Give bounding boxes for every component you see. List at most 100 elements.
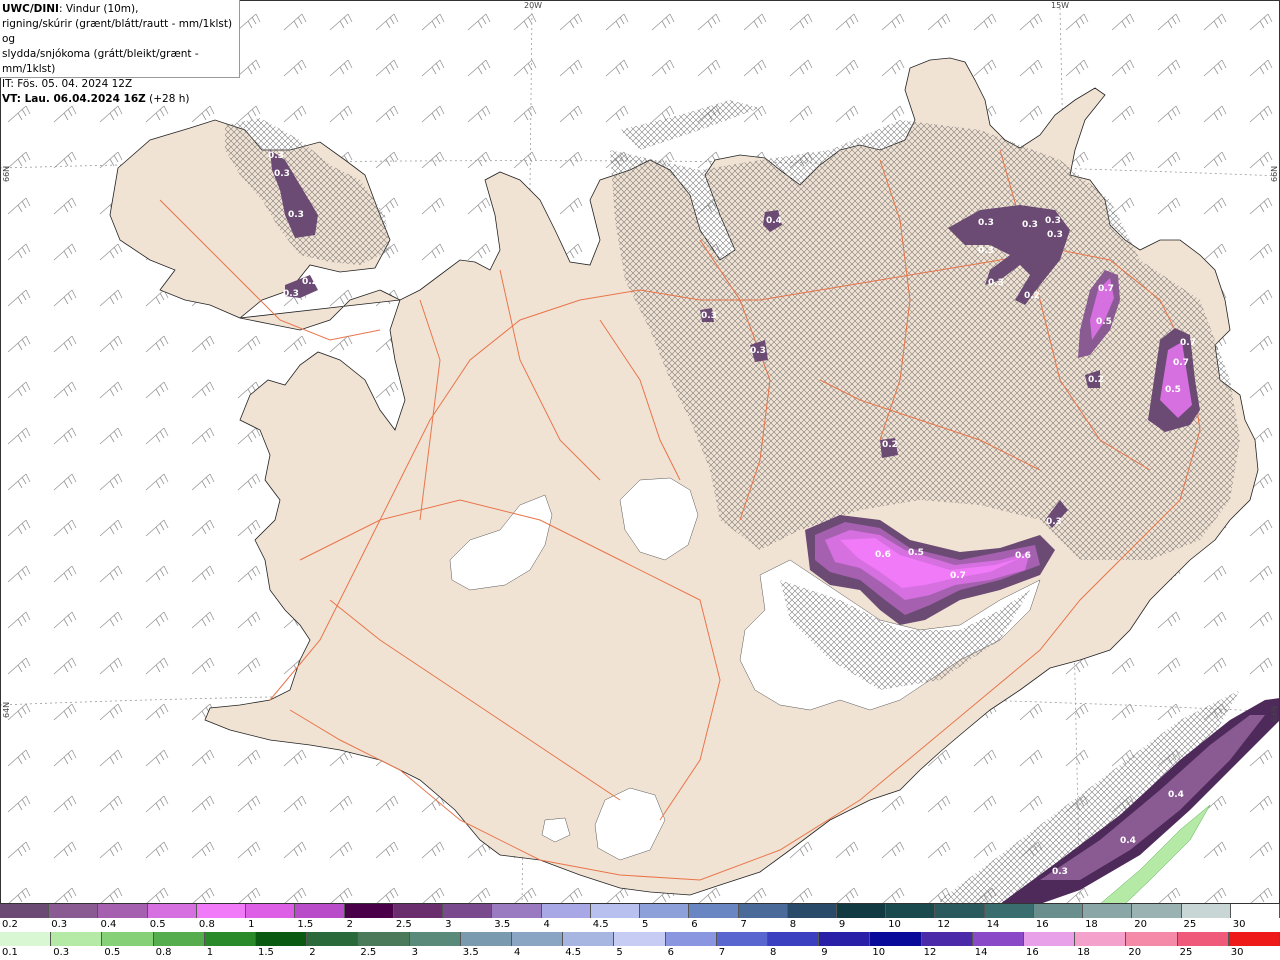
legend-label: 30 bbox=[1232, 919, 1246, 930]
legend-label: 1.5 bbox=[297, 919, 314, 930]
legend-label: 9 bbox=[821, 947, 828, 958]
model-name: UWC/DINI bbox=[2, 3, 59, 15]
lon-label-15w: 15W bbox=[1051, 1, 1070, 10]
rain-description: rigning/skúrir (grænt/blátt/rautt - mm/1… bbox=[2, 18, 233, 45]
legend-swatch bbox=[1181, 904, 1231, 918]
precip-label: 0.7 bbox=[1173, 358, 1189, 368]
legend-swatch bbox=[98, 904, 148, 918]
legend-swatch bbox=[102, 932, 154, 946]
legend-swatch bbox=[1132, 904, 1182, 918]
legend-label: 30 bbox=[1230, 947, 1244, 958]
legend-label: 4 bbox=[543, 919, 550, 930]
legend-swatch bbox=[147, 904, 197, 918]
legend-swatch bbox=[614, 932, 666, 946]
precip-label: 0.5 bbox=[1165, 385, 1181, 395]
precip-label: 0.3 bbox=[750, 346, 766, 356]
legend-swatch bbox=[1024, 932, 1076, 946]
legend-swatch bbox=[460, 932, 513, 946]
precip-label: 0.3 bbox=[283, 289, 299, 299]
legend-swatch bbox=[256, 932, 308, 946]
legend-label: 2 bbox=[309, 947, 316, 958]
legend-swatch bbox=[972, 932, 1025, 946]
legend-swatch bbox=[563, 932, 615, 946]
legend-label: 2 bbox=[346, 919, 353, 930]
valid-time-line: VT: Lau. 06.04.2024 16Z (+28 h) bbox=[2, 92, 237, 107]
lat-label-64n-right: 64N bbox=[1270, 705, 1279, 722]
legend-label: 25 bbox=[1183, 919, 1197, 930]
legend-label: 18 bbox=[1077, 947, 1090, 958]
legend-label: 2.5 bbox=[360, 947, 377, 958]
legend-swatch bbox=[689, 904, 739, 918]
precip-label: 0.4 bbox=[1120, 836, 1136, 846]
legend-swatch bbox=[246, 904, 296, 918]
precip-label: 0.3 bbox=[1046, 517, 1062, 527]
legend-label: 1 bbox=[206, 947, 214, 958]
legend-label: 0.8 bbox=[155, 947, 172, 958]
precip-label: 0.2 bbox=[1088, 375, 1104, 385]
legend-label: 6 bbox=[667, 947, 674, 958]
legend-swatch bbox=[358, 932, 410, 946]
legend-swatch bbox=[1228, 932, 1280, 946]
precip-label: 0.6 bbox=[1015, 551, 1031, 561]
legend-label: 12 bbox=[937, 919, 951, 930]
legend-label: 4.5 bbox=[592, 919, 609, 930]
legend-label: 0.3 bbox=[51, 919, 68, 930]
legend-label: 0.5 bbox=[149, 919, 166, 930]
legend-label: 5 bbox=[616, 947, 623, 958]
legend-label: 0.5 bbox=[104, 947, 121, 958]
precip-label: 0.3 bbox=[288, 210, 304, 220]
legend-swatch bbox=[935, 904, 985, 918]
legend-label: 3.5 bbox=[462, 947, 479, 958]
legend-swatch bbox=[836, 904, 887, 918]
issue-time: IT: Fös. 05. 04. 2024 12Z bbox=[2, 78, 133, 90]
legend-swatch bbox=[0, 904, 50, 918]
legend-label: 20 bbox=[1134, 919, 1148, 930]
legend-swatch bbox=[984, 904, 1034, 918]
legend-label: 14 bbox=[986, 919, 1000, 930]
precip-label: 0.3 bbox=[978, 218, 994, 228]
legend-swatch bbox=[51, 932, 103, 946]
legend-swatch bbox=[1083, 904, 1133, 918]
precip-label: 0.4 bbox=[766, 216, 782, 226]
legend-label: 0.3 bbox=[53, 947, 70, 958]
legend-label: 0.4 bbox=[100, 919, 117, 930]
legend-swatch bbox=[393, 904, 444, 918]
legend-swatch bbox=[886, 904, 936, 918]
legend-swatch bbox=[1126, 932, 1178, 946]
legend-label: 10 bbox=[888, 919, 901, 930]
legend-swatch bbox=[344, 904, 394, 918]
precip-label: 0.2 bbox=[1024, 291, 1040, 301]
legend-label: 0.2 bbox=[2, 919, 18, 930]
legend-swatch bbox=[204, 932, 257, 946]
precip-label: 0.3 bbox=[1045, 216, 1061, 226]
legend-swatch bbox=[738, 904, 788, 918]
precip-label: 0.7 bbox=[950, 571, 966, 581]
legend-label: 0.8 bbox=[198, 919, 215, 930]
legend-label: 1.5 bbox=[258, 947, 274, 958]
legend-swatch bbox=[665, 932, 717, 946]
precip-label: 0.3 bbox=[268, 151, 284, 161]
lat-label-66n-right: 66N bbox=[1270, 165, 1279, 182]
legend-label: 7 bbox=[740, 919, 747, 930]
precip-label: 0.2 bbox=[882, 440, 898, 450]
legend-swatch bbox=[541, 904, 591, 918]
legend-label: 8 bbox=[770, 947, 777, 958]
legend-snow-labels: 0.2 0.3 0.4 0.5 0.8 1 1.5 2 2.5 3 3.5 4 4.5 5 6 7 8 9 10 12… bbox=[0, 919, 1280, 931]
legend-swatch bbox=[640, 904, 690, 918]
legend-rain-labels: 0.1 0.3 0.5 0.8 1 1.5 2 2.5 3 3.5 4 4.5 5 6 7 8 9 10 12 14 1… bbox=[0, 947, 1280, 959]
legend-snow-swatches bbox=[0, 904, 1280, 918]
legend-swatch bbox=[768, 932, 820, 946]
legend-swatch bbox=[590, 904, 641, 918]
precip-label: 0.4 bbox=[1168, 790, 1184, 800]
title-variable: : Vindur (10m), bbox=[58, 3, 139, 15]
precip-label: 0.3 bbox=[988, 278, 1004, 288]
legend-label: 5 bbox=[642, 919, 649, 930]
precip-label: 0.7 bbox=[1180, 338, 1196, 348]
precip-label: 0.3 bbox=[1022, 220, 1038, 230]
legend-swatch bbox=[153, 932, 205, 946]
precip-label: 0.3 bbox=[701, 311, 717, 321]
legend-label: 12 bbox=[923, 947, 937, 958]
legend-label: 25 bbox=[1179, 947, 1193, 958]
precip-label: 0.3 bbox=[978, 246, 994, 256]
legend-label: 16 bbox=[1035, 919, 1049, 930]
